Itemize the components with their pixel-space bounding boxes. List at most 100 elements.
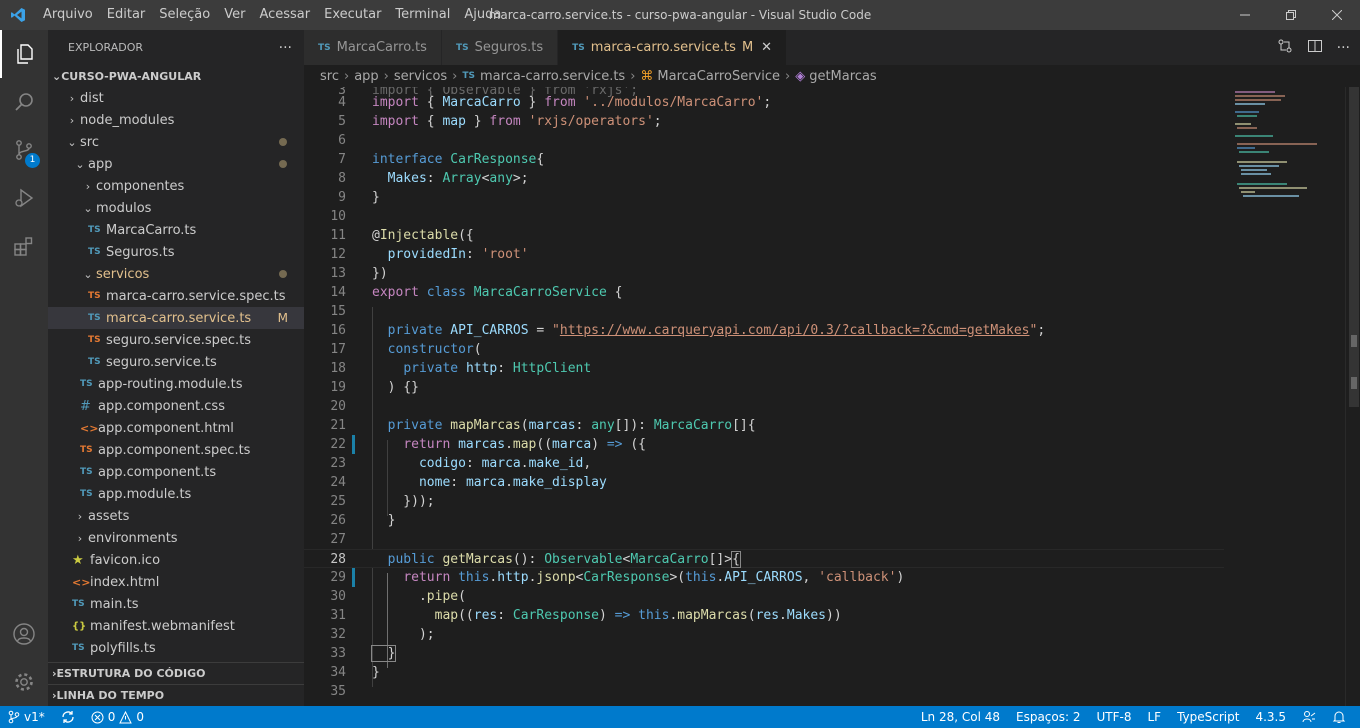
tree-folder-node-modules[interactable]: › node_modules <box>48 109 304 131</box>
feedback-icon[interactable] <box>1294 706 1324 728</box>
vscode-logo-icon[interactable] <box>0 0 36 30</box>
indentation[interactable]: Espaços: 2 <box>1008 706 1089 728</box>
run-debug-icon[interactable] <box>0 174 48 222</box>
breadcrumb-src[interactable]: src <box>320 69 339 84</box>
activity-bottom <box>0 610 48 706</box>
token: : <box>497 608 513 623</box>
typescript-version[interactable]: 4.3.5 <box>1247 706 1294 728</box>
close-window-button[interactable] <box>1314 0 1360 30</box>
chevron-right-icon: › <box>85 179 91 193</box>
breadcrumb-file[interactable]: marca-carro.service.ts <box>480 69 625 84</box>
token: => <box>606 437 623 452</box>
code-editor[interactable]: 3 import { Observable } from 'rxjs'; 4 imp… <box>304 87 1224 706</box>
scrollbar-thumb[interactable] <box>1349 87 1359 407</box>
tree-file-app-routing[interactable]: TS app-routing.module.ts <box>48 373 304 395</box>
tree-file-marcacarro[interactable]: TS MarcaCarro.ts <box>48 219 304 241</box>
more-actions-button[interactable]: ··· <box>279 40 292 56</box>
menu-terminal[interactable]: Terminal <box>388 0 457 30</box>
explorer-icon[interactable] <box>0 30 48 78</box>
editor-tab-bar: TS MarcaCarro.ts TS Seguros.ts TS marca-car… <box>304 30 1360 65</box>
compare-changes-icon[interactable] <box>1277 38 1293 58</box>
menu-editar[interactable]: Editar <box>100 0 153 30</box>
token: (( <box>536 437 553 452</box>
vertical-scrollbar[interactable] <box>1345 87 1360 706</box>
search-icon[interactable] <box>0 78 48 126</box>
cursor-position[interactable]: Ln 28, Col 48 <box>913 706 1008 728</box>
menu-arquivo[interactable]: Arquivo <box>36 0 100 30</box>
code-line: 23 codigo: marca.make_id, <box>304 454 1224 473</box>
tree-folder-assets[interactable]: › assets <box>48 505 304 527</box>
tree-file-seguro-service[interactable]: TS seguro.service.ts <box>48 351 304 373</box>
token: (): <box>512 552 545 567</box>
split-editor-icon[interactable] <box>1307 38 1323 58</box>
url-link[interactable]: https://www.carqueryapi.com/api/0.3/?cal… <box>560 323 1030 338</box>
tree-folder-app[interactable]: ⌄ app <box>48 153 304 175</box>
line-number: 30 <box>330 589 346 604</box>
tree-folder-componentes[interactable]: › componentes <box>48 175 304 197</box>
outline-section[interactable]: › ESTRUTURA DO CÓDIGO <box>48 662 304 684</box>
tree-file-manifest[interactable]: {} manifest.webmanifest <box>48 615 304 637</box>
tree-file-marca-carro-service[interactable]: TS marca-carro.service.ts M <box>48 307 304 329</box>
tree-file-favicon[interactable]: ★ favicon.ico <box>48 549 304 571</box>
tree-file-polyfills[interactable]: TS polyfills.ts <box>48 637 304 659</box>
tab-marca-carro-service[interactable]: TS marca-carro.service.ts M ✕ <box>558 30 788 65</box>
notifications-bell-icon[interactable] <box>1324 706 1354 728</box>
tree-file-main[interactable]: TS main.ts <box>48 593 304 615</box>
menu-selecao[interactable]: Seleção <box>152 0 217 30</box>
tab-marcacarro[interactable]: TS MarcaCarro.ts <box>304 30 442 65</box>
minimap[interactable] <box>1227 87 1345 706</box>
problems-status[interactable]: 0 0 <box>83 706 152 728</box>
token: Observable <box>544 552 623 567</box>
token: res <box>473 608 498 623</box>
tree-file-app-component-css[interactable]: # app.component.css <box>48 395 304 417</box>
line-number: 19 <box>330 380 346 395</box>
git-branch-status[interactable]: v1* <box>0 706 53 728</box>
minimize-button[interactable] <box>1222 0 1268 30</box>
breadcrumb-app[interactable]: app <box>354 69 378 84</box>
code-text: private API_CARROS = "https://www.carque… <box>372 321 1045 340</box>
tree-file-app-component-ts[interactable]: TS app.component.ts <box>48 461 304 483</box>
typescript-spec-file-icon: TS <box>88 291 101 301</box>
file-encoding[interactable]: UTF-8 <box>1089 706 1140 728</box>
tree-file-seguro-spec[interactable]: TS seguro.service.spec.ts <box>48 329 304 351</box>
source-control-icon[interactable]: 1 <box>0 126 48 174</box>
workspace-root[interactable]: ⌄ CURSO-PWA-ANGULAR <box>48 65 304 87</box>
menu-ajuda[interactable]: Ajuda <box>457 0 508 30</box>
breadcrumb-class[interactable]: MarcaCarroService <box>657 69 780 84</box>
tree-file-index-html[interactable]: <> index.html <box>48 571 304 593</box>
token: return <box>403 570 451 585</box>
breadcrumb-servicos[interactable]: servicos <box>394 69 447 84</box>
gear-icon[interactable] <box>0 658 48 706</box>
end-of-line[interactable]: LF <box>1139 706 1169 728</box>
token: ; <box>653 114 662 129</box>
tree-file-app-module[interactable]: TS app.module.ts <box>48 483 304 505</box>
typescript-file-icon: TS <box>318 42 331 53</box>
account-icon[interactable] <box>0 610 48 658</box>
menu-acessar[interactable]: Acessar <box>252 0 317 30</box>
menu-executar[interactable]: Executar <box>317 0 388 30</box>
tree-folder-servicos[interactable]: ⌄ servicos <box>48 263 304 285</box>
tree-folder-environments[interactable]: › environments <box>48 527 304 549</box>
token: ( <box>520 418 529 433</box>
breadcrumb-method[interactable]: getMarcas <box>809 69 876 84</box>
code-line: 31 map((res: CarResponse) => this.mapMar… <box>304 606 1224 625</box>
tree-folder-modulos[interactable]: ⌄ modulos <box>48 197 304 219</box>
sync-button[interactable] <box>53 706 83 728</box>
timeline-section[interactable]: › LINHA DO TEMPO <box>48 684 304 706</box>
tree-file-app-component-html[interactable]: <> app.component.html <box>48 417 304 439</box>
tree-file-marca-carro-spec[interactable]: TS marca-carro.service.spec.ts <box>48 285 304 307</box>
tree-folder-dist[interactable]: › dist <box>48 87 304 109</box>
restore-button[interactable] <box>1268 0 1314 30</box>
tab-seguros[interactable]: TS Seguros.ts <box>441 30 559 65</box>
tree-file-seguros[interactable]: TS Seguros.ts <box>48 241 304 263</box>
close-icon[interactable]: ✕ <box>761 40 772 55</box>
tree-folder-src[interactable]: ⌄ src <box>48 131 304 153</box>
menu-ver[interactable]: Ver <box>217 0 252 30</box>
extensions-icon[interactable] <box>0 222 48 270</box>
tree-file-app-component-spec[interactable]: TS app.component.spec.ts <box>48 439 304 461</box>
more-icon[interactable]: ··· <box>1337 40 1350 56</box>
language-mode[interactable]: TypeScript <box>1169 706 1247 728</box>
